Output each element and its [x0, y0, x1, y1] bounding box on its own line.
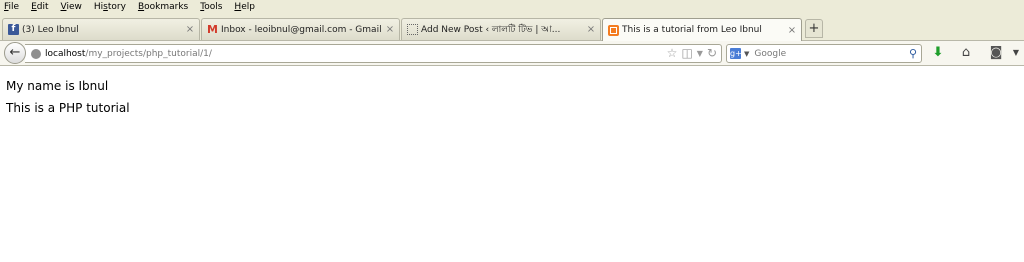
close-icon[interactable]: × — [384, 24, 396, 35]
search-engine-dropdown-icon[interactable]: ▼ — [744, 50, 749, 58]
xampp-icon — [608, 24, 619, 36]
close-icon[interactable]: × — [184, 24, 196, 35]
navigation-bar: localhost /my_projects/php_tutorial/1/ ☆… — [0, 40, 1024, 66]
home-icon[interactable]: ⌂ — [958, 45, 974, 61]
menu-bar: File Edit View History Bookmarks Tools H… — [0, 0, 1024, 15]
url-bar[interactable]: localhost /my_projects/php_tutorial/1/ ☆… — [25, 44, 722, 63]
menu-view[interactable]: View — [61, 0, 82, 15]
menu-file[interactable]: File — [4, 0, 19, 15]
menu-edit[interactable]: Edit — [31, 0, 48, 15]
page-content: My name is Ibnul This is a PHP tutorial — [0, 67, 1024, 262]
page-text-line: My name is Ibnul — [6, 79, 109, 93]
close-icon[interactable]: × — [585, 24, 597, 35]
back-button[interactable]: ← — [4, 42, 26, 64]
tab-strip: f (3) Leo Ibnul × M Inbox - leoibnul@gma… — [0, 15, 1024, 41]
google-icon: g+ — [730, 48, 742, 59]
back-arrow-icon: ← — [9, 45, 21, 60]
search-input[interactable]: Google — [754, 49, 909, 59]
close-icon[interactable]: × — [786, 25, 798, 36]
pocket-icon[interactable]: ◫ — [681, 46, 692, 62]
globe-icon — [31, 48, 41, 59]
menu-help[interactable]: Help — [234, 0, 255, 15]
toolbar-menu-icon[interactable]: ▼ — [1008, 45, 1024, 61]
tab-add-new-post[interactable]: Add New Post ‹ লালটি টিভ | আ... × — [401, 18, 601, 40]
tab-label: Inbox - leoibnul@gmail.com - Gmail — [221, 24, 382, 35]
download-icon[interactable]: ⬇ — [930, 45, 946, 61]
gmail-icon: M — [207, 23, 218, 36]
tab-label: Add New Post ‹ লালটি টিভ | আ... — [421, 25, 561, 35]
tab-tutorial[interactable]: This is a tutorial from Leo Ibnul × — [602, 18, 802, 41]
tab-gmail[interactable]: M Inbox - leoibnul@gmail.com - Gmail × — [201, 18, 400, 40]
url-path: /my_projects/php_tutorial/1/ — [85, 48, 212, 59]
url-host: localhost — [45, 48, 86, 59]
tab-facebook[interactable]: f (3) Leo Ibnul × — [2, 18, 200, 40]
page-text-line: This is a PHP tutorial — [6, 101, 130, 115]
search-icon[interactable]: ⚲ — [909, 47, 917, 60]
tab-label: (3) Leo Ibnul — [22, 24, 79, 35]
url-bar-actions: ☆ ◫ ▼ ↻ — [667, 46, 717, 62]
blank-page-icon — [407, 24, 418, 35]
facebook-icon: f — [8, 24, 19, 35]
menu-history[interactable]: History — [94, 0, 126, 15]
tab-label: This is a tutorial from Leo Ibnul — [622, 25, 762, 35]
reload-icon[interactable]: ↻ — [707, 46, 717, 62]
menu-bookmarks[interactable]: Bookmarks — [138, 0, 188, 15]
dropdown-arrow-icon[interactable]: ▼ — [697, 46, 703, 62]
bookmark-star-icon[interactable]: ☆ — [667, 46, 678, 62]
search-bar[interactable]: g+ ▼ Google ⚲ — [726, 44, 922, 63]
menu-tools[interactable]: Tools — [200, 0, 222, 15]
new-tab-button[interactable]: + — [805, 19, 823, 38]
pocket-save-icon[interactable]: ◙ — [988, 45, 1004, 61]
